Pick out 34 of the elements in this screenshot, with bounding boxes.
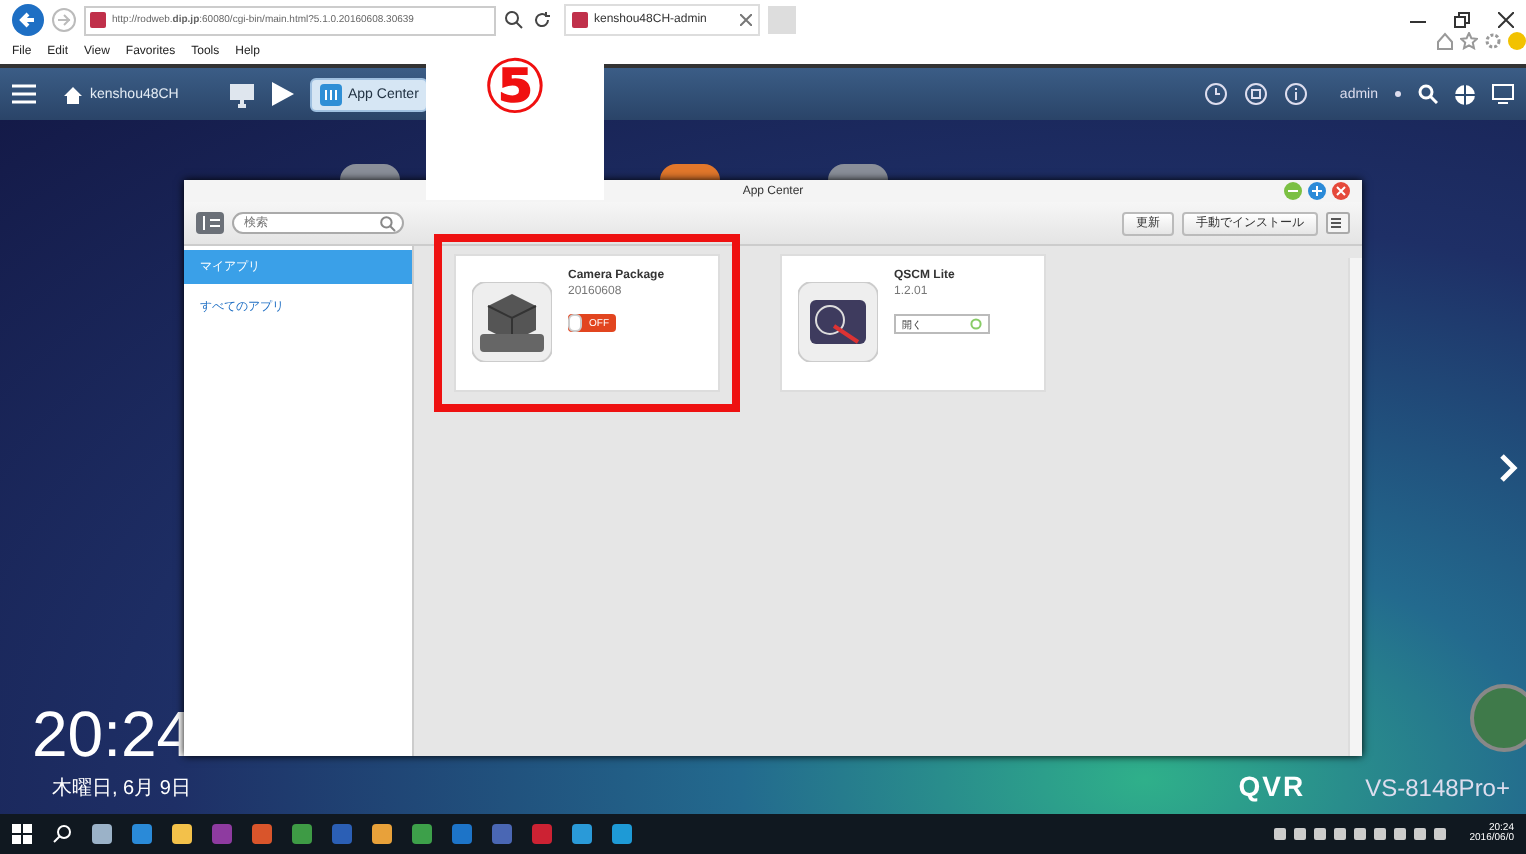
brand-logo: QVR (1238, 770, 1306, 802)
dock-app-icon[interactable] (660, 164, 720, 180)
refresh-icon[interactable] (532, 10, 552, 30)
monitor-icon[interactable] (1492, 84, 1514, 104)
clock-icon[interactable] (1203, 82, 1228, 106)
search-icon[interactable] (504, 10, 524, 30)
dock-app-icon[interactable] (828, 164, 888, 180)
model-name: VS-8148Pro+ (1365, 774, 1510, 802)
windows-logo-icon[interactable] (12, 824, 32, 844)
search-icon (380, 216, 396, 232)
close-icon[interactable] (1498, 12, 1514, 28)
sidebar-toggle-icon[interactable] (196, 212, 224, 234)
back-icon[interactable] (12, 4, 44, 36)
globe-icon[interactable] (1454, 83, 1476, 105)
chevron-right-icon[interactable] (1498, 452, 1518, 484)
search-icon[interactable] (52, 824, 72, 844)
play-icon[interactable] (272, 82, 294, 106)
restore-icon[interactable] (1454, 12, 1470, 28)
scrollbar[interactable] (1348, 258, 1362, 756)
monitor-icon[interactable] (228, 81, 256, 107)
dock-app-icon[interactable] (340, 164, 400, 180)
site-icon (572, 12, 588, 28)
sync-icon[interactable] (1243, 82, 1268, 106)
star-icon[interactable] (1460, 31, 1478, 49)
app-center-icon (320, 83, 342, 105)
search-icon[interactable] (1418, 84, 1438, 104)
info-icon[interactable] (1283, 82, 1308, 106)
maximize-icon[interactable] (1308, 182, 1326, 200)
site-icon (90, 12, 106, 28)
home-icon (64, 85, 82, 103)
menu-icon[interactable] (12, 84, 36, 104)
clock-time: 20:24 (32, 702, 193, 766)
list-menu-icon[interactable] (1326, 212, 1350, 234)
clock-date: 木曜日, 6月 9日 (52, 775, 193, 802)
